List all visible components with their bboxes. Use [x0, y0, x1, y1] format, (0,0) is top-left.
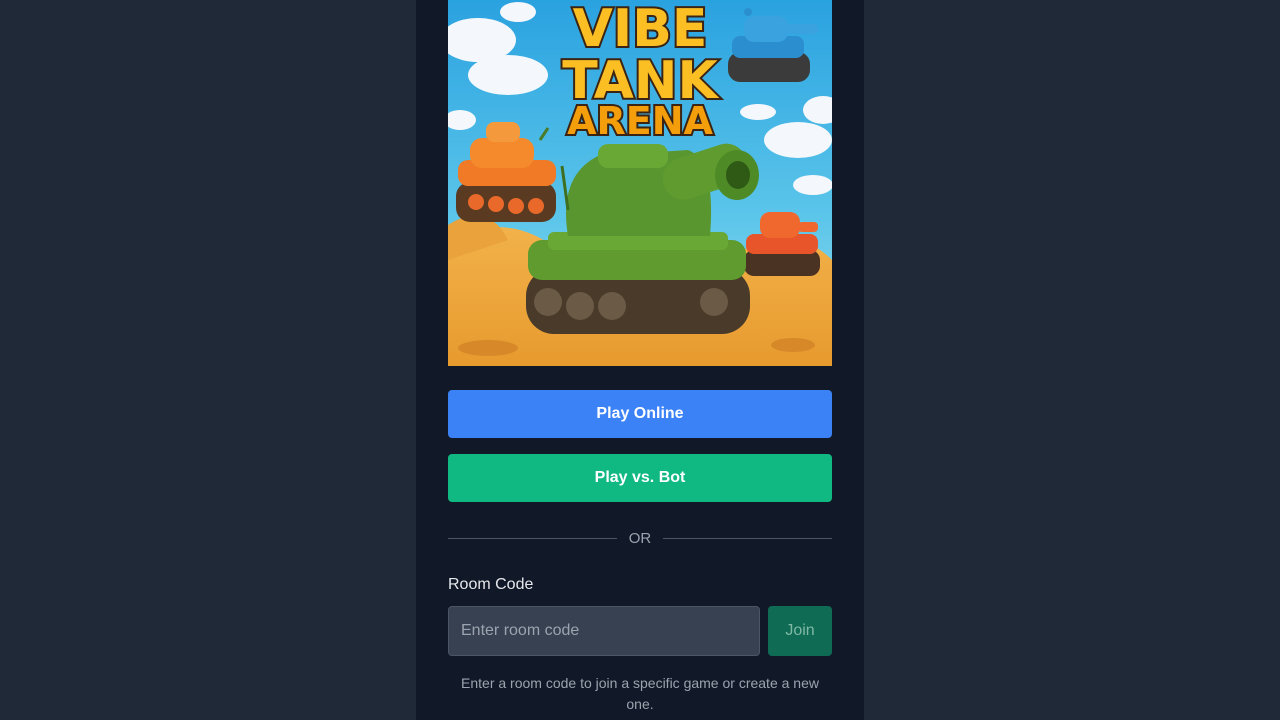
main-menu-panel: VIBE TANK ARENA Play Online Play vs. Bot…	[416, 0, 864, 720]
play-vs-bot-button[interactable]: Play vs. Bot	[448, 454, 832, 502]
divider-label: OR	[628, 529, 652, 547]
room-code-label: Room Code	[448, 576, 534, 593]
divider-line-left	[448, 537, 617, 539]
room-code-help-text: Enter a room code to join a specific gam…	[461, 675, 819, 712]
cover-illustration: VIBE TANK ARENA	[448, 0, 832, 366]
game-title-logo: VIBE TANK ARENA	[560, 0, 721, 145]
game-cover-art: VIBE TANK ARENA	[448, 0, 832, 366]
green-tank-main	[526, 143, 759, 334]
svg-text:ARENA: ARENA	[567, 99, 713, 143]
divider-line-right	[663, 537, 832, 539]
join-button[interactable]: Join	[768, 606, 832, 656]
room-code-input[interactable]	[448, 606, 760, 656]
play-online-button[interactable]: Play Online	[448, 390, 832, 438]
or-divider: OR	[448, 527, 832, 549]
